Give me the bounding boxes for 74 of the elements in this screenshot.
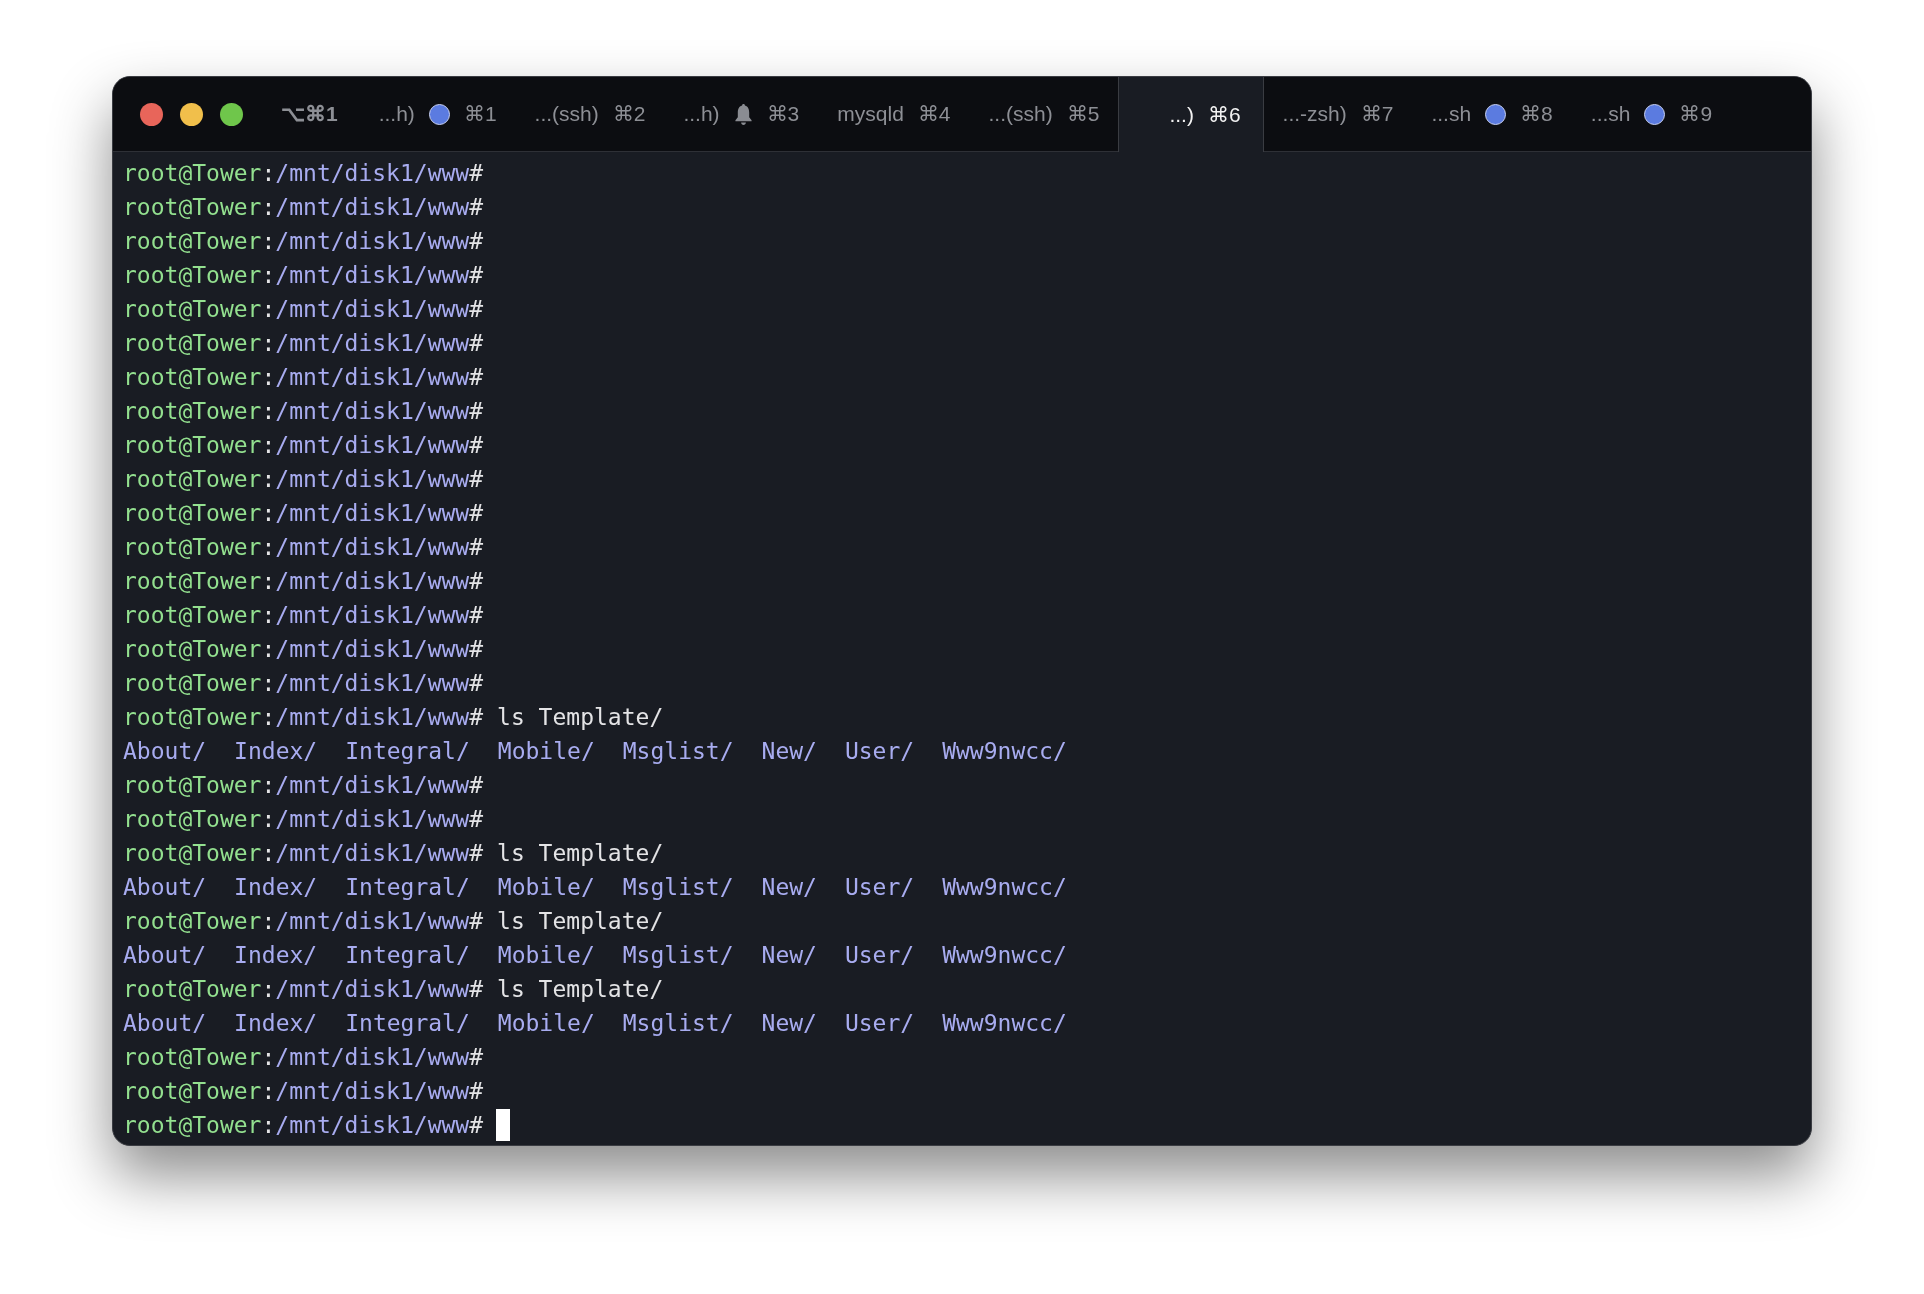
directory-name: Integral/ [345, 737, 470, 766]
prompt-line: root@Tower:/mnt/disk1/www# ls Template/ [123, 907, 664, 936]
directory-name: User/ [844, 1009, 915, 1038]
prompt-line: root@Tower:/mnt/disk1/www# [123, 567, 484, 596]
directory-name: Integral/ [345, 873, 470, 902]
prompt-line: root@Tower:/mnt/disk1/www# [123, 363, 484, 392]
prompt-line: root@Tower:/mnt/disk1/www# [123, 431, 484, 460]
directory-name: New/ [761, 737, 817, 766]
tab[interactable]: ...(ssh) ⌘5 [969, 77, 1119, 151]
directory-name: User/ [844, 873, 915, 902]
directory-name: Index/ [234, 941, 318, 970]
directory-name: Www9nwcc/ [942, 873, 1067, 902]
directory-name: Www9nwcc/ [942, 737, 1067, 766]
directory-name: Mobile/ [497, 737, 595, 766]
directory-name: New/ [761, 941, 817, 970]
directory-name: User/ [844, 737, 915, 766]
directory-name: Index/ [234, 1009, 318, 1038]
tab[interactable]: ...h) ⌘1 [359, 77, 516, 151]
close-button[interactable] [140, 102, 163, 126]
tab[interactable]: ⌥⌘1 [263, 77, 360, 151]
directory-name: About/ [123, 873, 207, 902]
directory-name: Msglist/ [622, 737, 734, 766]
directory-name: New/ [761, 1009, 817, 1038]
tab[interactable]: ...-zsh) ⌘7 [1263, 77, 1413, 151]
directory-name: About/ [123, 1009, 207, 1038]
tab[interactable]: mysqld ⌘4 [818, 77, 970, 151]
directory-name: Msglist/ [622, 1009, 734, 1038]
prompt-line: root@Tower:/mnt/disk1/www# [123, 669, 484, 698]
bell-icon [733, 102, 753, 126]
prompt-line: root@Tower:/mnt/disk1/www# [123, 771, 484, 800]
prompt-line: root@Tower:/mnt/disk1/www# [123, 805, 484, 834]
directory-name: Msglist/ [622, 941, 734, 970]
prompt-line: root@Tower:/mnt/disk1/www# [123, 329, 484, 358]
prompt-line: root@Tower:/mnt/disk1/www# ls Template/ [123, 975, 664, 1004]
zoom-button[interactable] [220, 102, 243, 126]
activity-dot-icon [1644, 103, 1666, 125]
directory-name: About/ [123, 737, 207, 766]
activity-dot-icon [428, 103, 450, 125]
directory-name: Integral/ [345, 941, 470, 970]
activity-dot-icon [1485, 103, 1507, 125]
prompt-line: root@Tower:/mnt/disk1/www# [123, 193, 484, 222]
tab[interactable]: ...h) ⌘3 [664, 77, 819, 151]
directory-name: Integral/ [345, 1009, 470, 1038]
directory-name: Index/ [234, 737, 318, 766]
prompt-line: root@Tower:/mnt/disk1/www# [123, 499, 484, 528]
prompt-line: root@Tower:/mnt/disk1/www# [123, 227, 484, 256]
minimize-button[interactable] [180, 102, 203, 126]
prompt-line: root@Tower:/mnt/disk1/www# [123, 397, 484, 426]
prompt-line: root@Tower:/mnt/disk1/www# [123, 295, 484, 324]
prompt-line: root@Tower:/mnt/disk1/www# ls Template/ [123, 703, 664, 732]
prompt-line: root@Tower:/mnt/disk1/www# [123, 635, 484, 664]
prompt-line: root@Tower:/mnt/disk1/www# [123, 465, 484, 494]
prompt-line: root@Tower:/mnt/disk1/www# [123, 159, 484, 188]
prompt-line: root@Tower:/mnt/disk1/www# [123, 261, 484, 290]
directory-name: Mobile/ [497, 873, 595, 902]
directory-name: Www9nwcc/ [942, 1009, 1067, 1038]
directory-name: User/ [844, 941, 915, 970]
directory-name: New/ [761, 873, 817, 902]
tab[interactable]: ...sh ⌘8 [1412, 77, 1572, 151]
directory-name: Www9nwcc/ [942, 941, 1067, 970]
prompt-line: root@Tower:/mnt/disk1/www# [123, 533, 484, 562]
directory-name: Mobile/ [497, 941, 595, 970]
prompt-line: root@Tower:/mnt/disk1/www# [123, 601, 484, 630]
tab[interactable]: ...sh ⌘9 [1571, 77, 1732, 151]
tab[interactable]: ...(ssh) ⌘2 [515, 77, 665, 151]
prompt-line: root@Tower:/mnt/disk1/www# ls Template/ [123, 839, 664, 868]
directory-name: Mobile/ [497, 1009, 595, 1038]
prompt-line: root@Tower:/mnt/disk1/www# [123, 1043, 484, 1072]
directory-name: About/ [123, 941, 207, 970]
prompt-line: root@Tower:/mnt/disk1/www# [123, 1077, 484, 1106]
directory-name: Msglist/ [622, 873, 734, 902]
directory-name: Index/ [234, 873, 318, 902]
prompt-line: root@Tower:/mnt/disk1/www# [123, 1111, 484, 1140]
tab[interactable]: ...) ⌘6 [1118, 77, 1264, 152]
